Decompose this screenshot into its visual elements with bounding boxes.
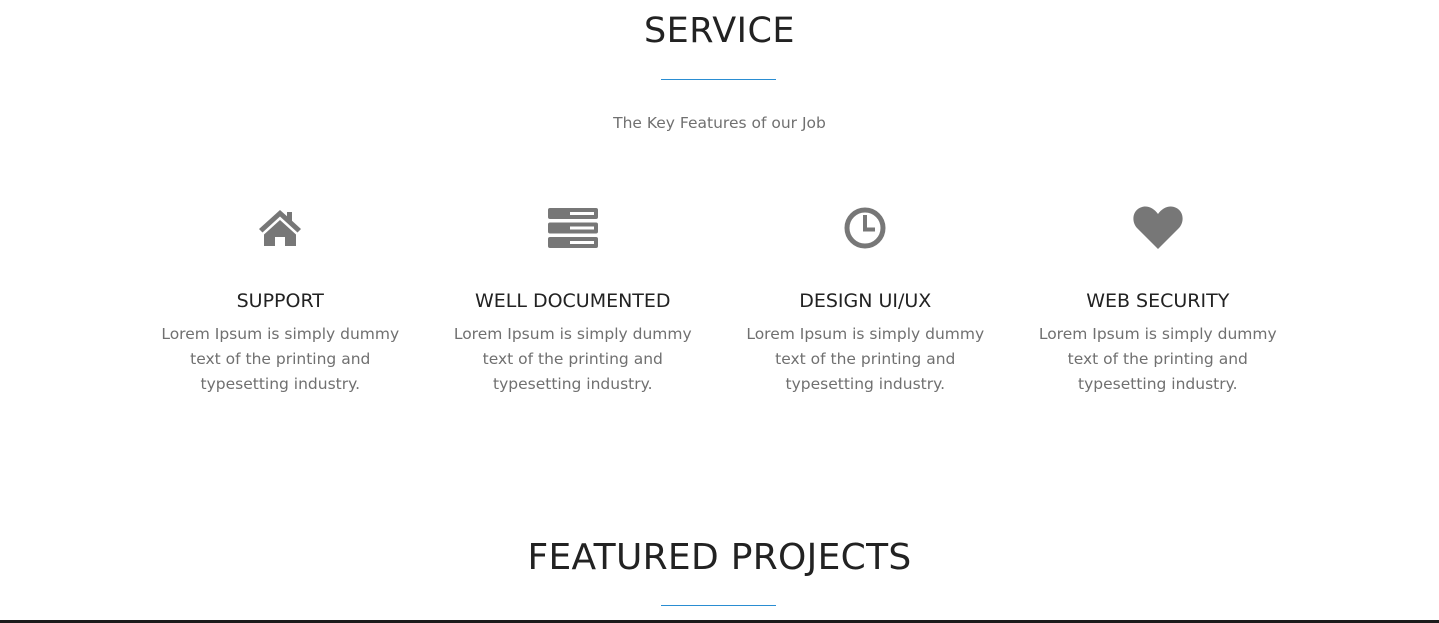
server-icon xyxy=(442,200,705,256)
features-row: SUPPORT Lorem Ipsum is simply dummy text… xyxy=(134,200,1304,397)
home-icon xyxy=(149,200,412,256)
feature-description: Lorem Ipsum is simply dummy text of the … xyxy=(746,325,985,393)
feature-description: Lorem Ipsum is simply dummy text of the … xyxy=(161,325,400,393)
service-section-title: SERVICE xyxy=(643,11,796,51)
feature-title: WELL DOCUMENTED xyxy=(474,290,671,312)
feature-support: SUPPORT Lorem Ipsum is simply dummy text… xyxy=(134,200,427,397)
feature-description: Lorem Ipsum is simply dummy text of the … xyxy=(1038,325,1277,393)
feature-description: Lorem Ipsum is simply dummy text of the … xyxy=(453,325,692,393)
service-subtitle: The Key Features of our Job xyxy=(613,114,826,132)
feature-design-ui-ux: DESIGN UI/UX Lorem Ipsum is simply dummy… xyxy=(719,200,1012,397)
feature-title: WEB SECURITY xyxy=(1086,290,1230,312)
feature-well-documented: WELL DOCUMENTED Lorem Ipsum is simply du… xyxy=(427,200,720,397)
heart-icon xyxy=(1027,200,1290,256)
clock-icon xyxy=(734,200,997,256)
featured-projects-title: FEATURED PROJECTS xyxy=(527,537,912,578)
feature-web-security: WEB SECURITY Lorem Ipsum is simply dummy… xyxy=(1012,200,1305,397)
featured-projects-divider xyxy=(661,605,776,606)
feature-title: SUPPORT xyxy=(236,290,324,312)
service-title-divider xyxy=(661,79,776,80)
feature-title: DESIGN UI/UX xyxy=(799,290,932,312)
